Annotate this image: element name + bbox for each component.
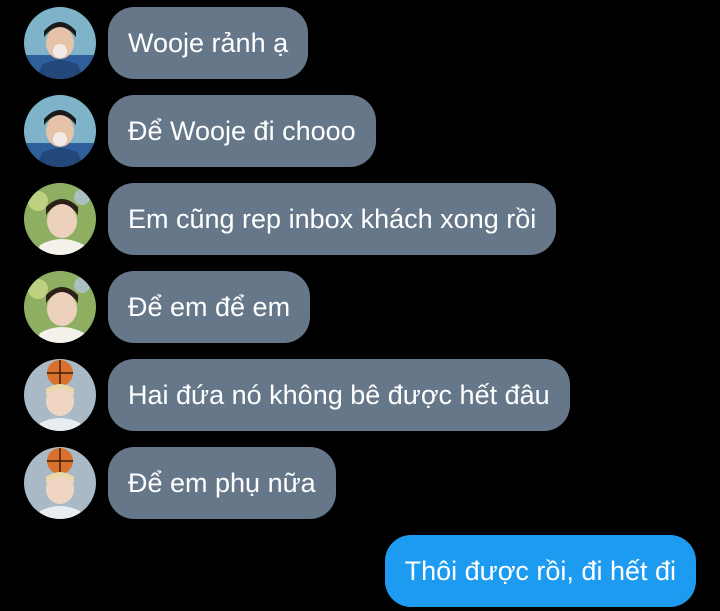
avatar[interactable] bbox=[24, 359, 96, 431]
avatar[interactable] bbox=[24, 447, 96, 519]
message-row: Em cũng rep inbox khách xong rồi bbox=[0, 183, 720, 255]
message-bubble[interactable]: Để Wooje đi chooo bbox=[108, 95, 376, 167]
avatar[interactable] bbox=[24, 183, 96, 255]
avatar-boy-nature-icon bbox=[24, 183, 96, 255]
chat-thread: Wooje rảnh ạ Để Wooje đi chooo Em cũng r… bbox=[0, 0, 720, 611]
message-bubble-outgoing[interactable]: Thôi được rồi, đi hết đi bbox=[384, 535, 696, 607]
avatar-boy-bubble-gum-icon bbox=[24, 95, 96, 167]
message-row: Hai đứa nó không bê được hết đâu bbox=[0, 359, 720, 431]
message-row: Để em phụ nữa bbox=[0, 447, 720, 519]
avatar-boy-nature-icon bbox=[24, 271, 96, 343]
message-bubble[interactable]: Em cũng rep inbox khách xong rồi bbox=[108, 183, 557, 255]
message-bubble[interactable]: Wooje rảnh ạ bbox=[108, 7, 309, 79]
avatar[interactable] bbox=[24, 7, 96, 79]
avatar[interactable] bbox=[24, 271, 96, 343]
message-row: Để Wooje đi chooo bbox=[0, 95, 720, 167]
avatar[interactable] bbox=[24, 95, 96, 167]
message-row: Để em để em bbox=[0, 271, 720, 343]
avatar-boy-bubble-gum-icon bbox=[24, 7, 96, 79]
message-row-outgoing: Thôi được rồi, đi hết đi bbox=[0, 535, 720, 607]
avatar-boy-basketball-icon bbox=[24, 359, 96, 431]
message-bubble[interactable]: Hai đứa nó không bê được hết đâu bbox=[108, 359, 570, 431]
avatar-boy-basketball-icon bbox=[24, 447, 96, 519]
message-row: Wooje rảnh ạ bbox=[0, 7, 720, 79]
message-bubble[interactable]: Để em để em bbox=[108, 271, 311, 343]
message-bubble[interactable]: Để em phụ nữa bbox=[108, 447, 336, 519]
